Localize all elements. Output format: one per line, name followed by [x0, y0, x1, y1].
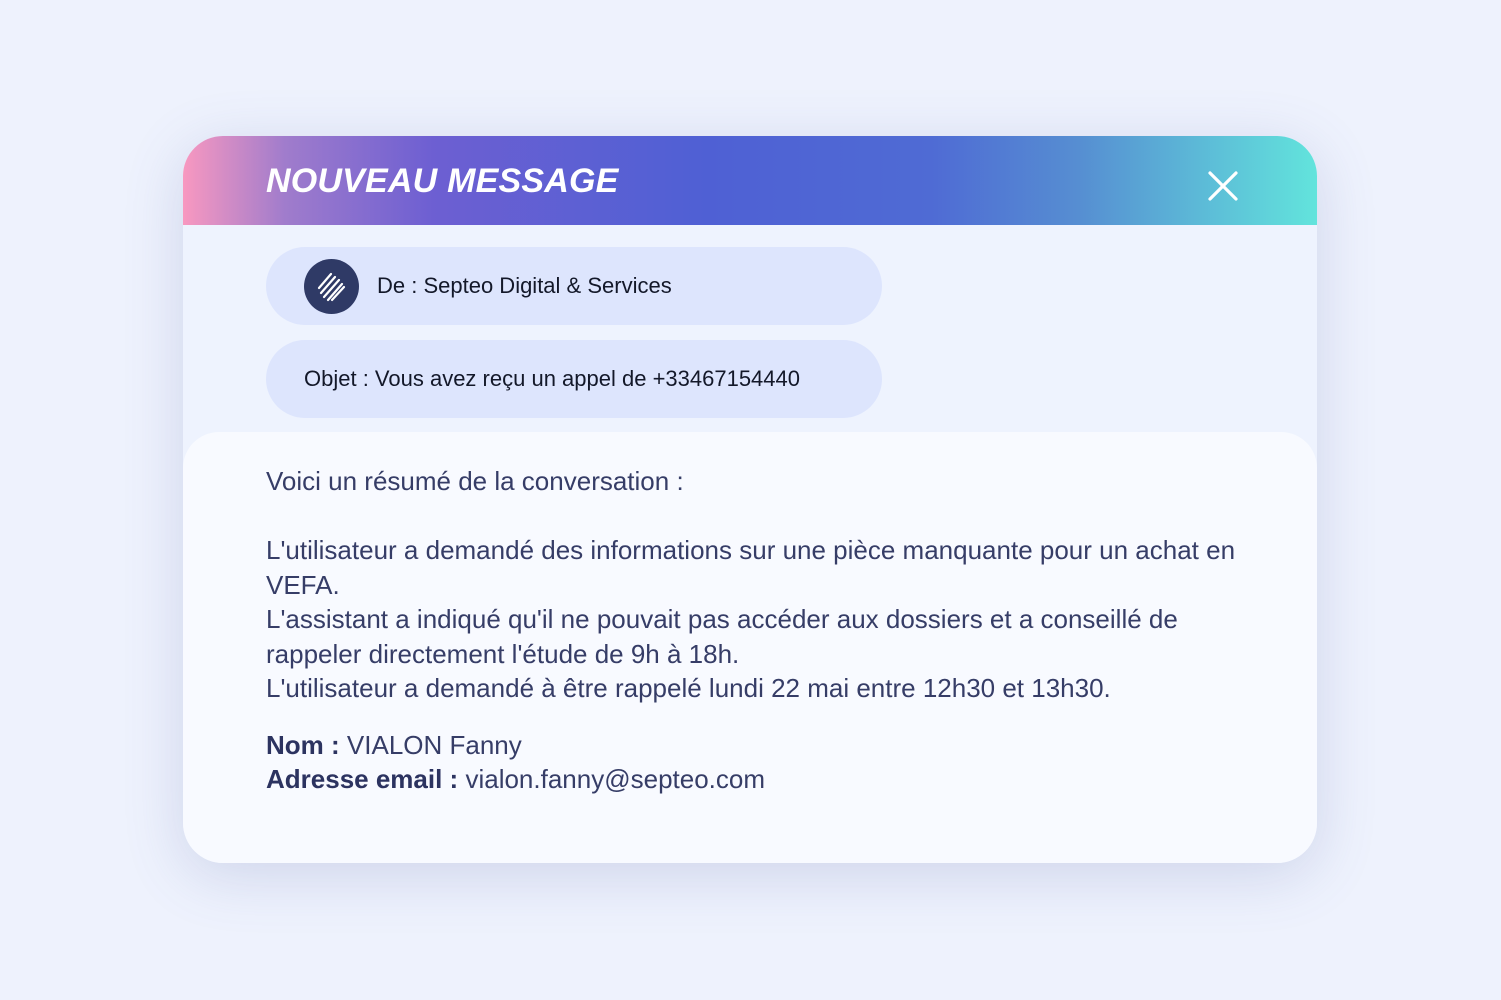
- email-row: Adresse email : vialon.fanny@septeo.com: [266, 762, 1246, 797]
- summary-line-2: L'assistant a indiqué qu'il ne pouvait p…: [266, 604, 1178, 669]
- subject-text: Objet : Vous avez reçu un appel de +3346…: [304, 366, 800, 391]
- sender-avatar: [304, 259, 359, 314]
- message-header: NOUVEAU MESSAGE: [183, 136, 1317, 225]
- name-row: Nom : VIALON Fanny: [266, 728, 1246, 763]
- close-icon: [1208, 171, 1238, 201]
- subject-field: Objet : Vous avez reçu un appel de +3346…: [266, 340, 882, 418]
- summary-line-1: L'utilisateur a demandé des informations…: [266, 535, 1236, 600]
- from-field: De : Septeo Digital & Services: [266, 247, 882, 325]
- septeo-logo-icon: [317, 272, 346, 302]
- message-card: NOUVEAU MESSAGE De : Septeo Digital & Se…: [183, 136, 1317, 863]
- email-value: vialon.fanny@septeo.com: [465, 764, 766, 794]
- message-title: NOUVEAU MESSAGE: [266, 162, 619, 200]
- name-label: Nom :: [266, 729, 340, 760]
- summary-line-3: L'utilisateur a demandé à être rappelé l…: [266, 673, 1111, 703]
- close-button[interactable]: [1202, 165, 1244, 207]
- message-body-text: Voici un résumé de la conversation : L'u…: [266, 464, 1246, 797]
- email-label: Adresse email :: [266, 764, 459, 794]
- message-body: Voici un résumé de la conversation : L'u…: [183, 432, 1317, 863]
- summary-intro: Voici un résumé de la conversation :: [266, 466, 684, 496]
- from-text: De : Septeo Digital & Services: [377, 273, 672, 298]
- name-value: VIALON Fanny: [346, 729, 522, 760]
